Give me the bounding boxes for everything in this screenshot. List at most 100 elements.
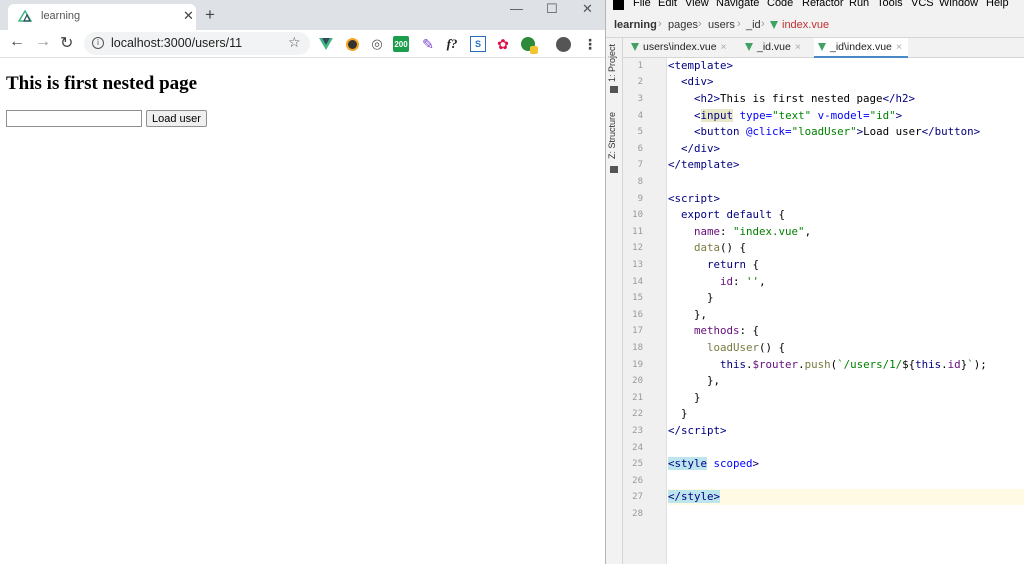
code-line-current[interactable]: </style> [668,489,1024,505]
line-number: 3 [637,94,643,104]
code-line[interactable]: loadUser() { [668,340,1024,356]
menu-tools[interactable]: Tools [877,0,903,9]
tab-close-icon[interactable]: × [795,41,801,53]
breadcrumb-id[interactable]: _id [746,19,761,31]
circle-extension-icon[interactable]: ◎ [369,36,385,52]
menu-vcs[interactable]: VCS [911,0,934,9]
feather-icon[interactable]: ✎ [420,36,436,52]
vue-devtools-icon[interactable] [318,36,334,52]
code-line[interactable]: id: '', [668,274,1024,290]
chart-extension-icon[interactable]: S [470,36,486,52]
breadcrumb-file-label: index.vue [782,19,830,31]
formula-icon[interactable]: f? [444,36,460,52]
menu-run[interactable]: Run [849,0,869,9]
code-line[interactable]: name: "index.vue", [668,224,1024,240]
code-line[interactable]: return { [668,257,1024,273]
code-line[interactable]: }, [668,307,1024,323]
reload-icon[interactable]: ↻ [60,33,73,53]
editor-tab-users-index[interactable]: users\index.vue × [631,38,743,58]
code-line[interactable] [668,440,1024,456]
code-line[interactable] [668,174,1024,190]
code-line[interactable]: </div> [668,141,1024,157]
line-number: 26 [632,476,643,486]
breadcrumb-pages[interactable]: pages [668,19,698,31]
line-number: 7 [637,160,643,170]
menu-icon[interactable]: ⋮ [582,36,598,52]
line-number: 27 [632,492,643,502]
maximize-icon[interactable]: ☐ [546,1,558,17]
vue-file-icon [631,43,639,51]
vue-file-icon [818,43,826,51]
flower-extension-icon[interactable]: ✿ [495,36,511,52]
line-number: 21 [632,393,643,403]
address-bar[interactable]: i localhost:3000/users/11 ☆ [84,32,310,55]
code-line[interactable] [668,506,1024,522]
code-line[interactable]: data() { [668,240,1024,256]
line-number: 5 [637,127,643,137]
tab-title: learning [41,10,81,22]
user-id-input[interactable] [6,110,142,127]
url-text[interactable]: localhost:3000/users/11 [111,36,242,50]
menu-refactor[interactable]: Refactor [802,0,844,9]
editor-tab-id-vue[interactable]: _id.vue × [745,38,811,58]
project-tool-tab[interactable]: 1: Project [607,44,617,82]
code-editor[interactable]: <template> <div> <h2>This is first neste… [668,58,1024,564]
code-line[interactable]: this.$router.push(`/users/1/${this.id}`)… [668,357,1024,373]
browser-tab[interactable]: learning ✕ [8,4,196,30]
menu-navigate[interactable]: Navigate [716,0,759,9]
back-icon[interactable]: ← [9,33,25,51]
line-number: 15 [632,293,643,303]
code-line[interactable]: <h2>This is first nested page</h2> [668,91,1024,107]
code-line[interactable]: methods: { [668,323,1024,339]
menu-window[interactable]: Window [939,0,978,9]
breadcrumb-project[interactable]: learning [614,19,657,31]
line-number-gutter: 1 2 3 4 5 6 7 8 9 10 11 12 13 14 15 16 17 18 19 20 21 22 23 24 2… [623,58,667,564]
account-icon[interactable] [555,36,571,52]
line-number: 6 [637,144,643,154]
minimize-icon[interactable]: — [510,1,523,16]
code-line[interactable]: <input type="text" v-model="id"> [668,108,1024,124]
menu-help[interactable]: Help [986,0,1009,9]
breadcrumb-users[interactable]: users [708,19,735,31]
code-line[interactable]: </script> [668,423,1024,439]
code-line[interactable]: </template> [668,157,1024,173]
code-line[interactable] [668,473,1024,489]
http-status-icon[interactable]: 200 [393,36,409,52]
code-line[interactable]: } [668,390,1024,406]
code-line[interactable]: <style scoped> [668,456,1024,472]
menu-edit[interactable]: Edit [658,0,677,9]
menu-view[interactable]: View [685,0,709,9]
editor-tab-id-index[interactable]: _id\index.vue × [814,38,908,58]
new-tab-icon[interactable]: + [205,5,215,25]
info-icon[interactable]: i [92,37,104,49]
structure-tool-tab[interactable]: Z: Structure [607,112,617,159]
code-line[interactable]: <div> [668,74,1024,90]
menu-file[interactable]: File [633,0,651,9]
code-line[interactable]: } [668,290,1024,306]
breadcrumb-file[interactable]: index.vue [770,19,829,31]
line-number: 28 [632,509,643,519]
tool-window-strip: 1: Project Z: Structure [606,38,623,564]
code-line[interactable]: <template> [668,58,1024,74]
tab-close-icon[interactable]: × [721,41,727,53]
page-content: This is first nested page Load user [0,58,605,564]
line-number: 4 [637,111,643,121]
dark-reader-icon[interactable] [344,36,360,52]
ide-menubar: File Edit View Navigate Code Refactor Ru… [606,0,1024,14]
line-number: 8 [637,177,643,187]
tab-close-icon[interactable]: ✕ [183,8,194,24]
line-number: 9 [637,194,643,204]
tab-close-icon[interactable]: × [896,41,902,53]
code-line[interactable]: <script> [668,191,1024,207]
globe-extension-icon[interactable] [520,36,538,54]
breadcrumb-separator-icon: › [761,18,765,30]
code-line[interactable]: <button @click="loadUser">Load user</but… [668,124,1024,140]
code-line[interactable]: export default { [668,207,1024,223]
forward-icon[interactable]: → [35,33,51,51]
code-line[interactable]: } [668,406,1024,422]
bookmark-star-icon[interactable]: ☆ [288,34,301,51]
window-close-icon[interactable]: ✕ [582,1,593,17]
menu-code[interactable]: Code [767,0,793,9]
load-user-button[interactable]: Load user [146,110,207,127]
code-line[interactable]: }, [668,373,1024,389]
